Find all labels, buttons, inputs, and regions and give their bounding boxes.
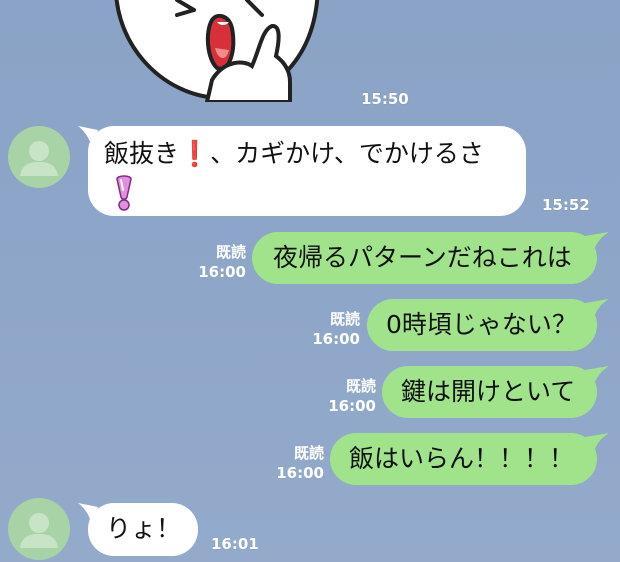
- message-bubble-incoming[interactable]: 飯抜き❗、カギかけ、でかけるさ: [88, 126, 526, 216]
- read-receipt: 既読 16:00: [198, 242, 246, 282]
- read-label: 既読: [329, 310, 360, 328]
- message-bubble-outgoing[interactable]: 0時頃じゃない？: [367, 299, 597, 351]
- message-text: 飯はいらん！！！！: [349, 444, 575, 473]
- pink-exclamation-icon: [116, 175, 132, 211]
- message-text: 飯抜き❗、カギかけ、でかけるさ: [104, 139, 484, 168]
- bubble-tail: [585, 299, 609, 321]
- bubble-tail: [585, 232, 609, 254]
- chat-area: 15:50 飯抜き❗、カギかけ、でかけるさ 15:52 既読 16:00 夜帰る…: [0, 0, 620, 562]
- red-exclamation-icon: ❗: [179, 139, 211, 168]
- timestamp: 16:00: [198, 263, 246, 281]
- avatar[interactable]: [8, 126, 70, 188]
- timestamp: 16:00: [276, 464, 324, 482]
- read-label: 既読: [345, 377, 376, 395]
- cony-sticker-icon: [114, 0, 320, 104]
- read-receipt: 既読 16:00: [276, 443, 324, 483]
- default-user-avatar-icon: [20, 513, 58, 548]
- bubble-tail: [585, 433, 609, 455]
- default-user-avatar-icon: [20, 141, 58, 176]
- timestamp: 15:50: [361, 90, 409, 108]
- read-receipt: 既読 16:00: [312, 309, 360, 349]
- timestamp: 15:52: [542, 196, 590, 214]
- read-label: 既読: [293, 444, 324, 462]
- timestamp: 16:00: [328, 397, 376, 415]
- bubble-tail: [585, 366, 609, 388]
- message-text: 鍵は開けといて: [401, 377, 576, 406]
- timestamp: 16:01: [211, 535, 259, 553]
- message-bubble-outgoing[interactable]: 飯はいらん！！！！: [330, 433, 597, 485]
- message-text: 夜帰るパターンだねこれは: [273, 243, 572, 272]
- sticker[interactable]: [112, 0, 322, 104]
- message-bubble-incoming[interactable]: りょ！: [88, 503, 198, 556]
- message-text: りょ！: [106, 514, 182, 543]
- message-bubble-outgoing[interactable]: 鍵は開けといて: [382, 366, 597, 418]
- timestamp: 16:00: [312, 330, 360, 348]
- read-label: 既読: [215, 243, 246, 261]
- message-text: 0時頃じゃない？: [386, 310, 577, 339]
- message-bubble-outgoing[interactable]: 夜帰るパターンだねこれは: [252, 232, 597, 284]
- read-receipt: 既読 16:00: [328, 376, 376, 416]
- avatar[interactable]: [8, 498, 70, 560]
